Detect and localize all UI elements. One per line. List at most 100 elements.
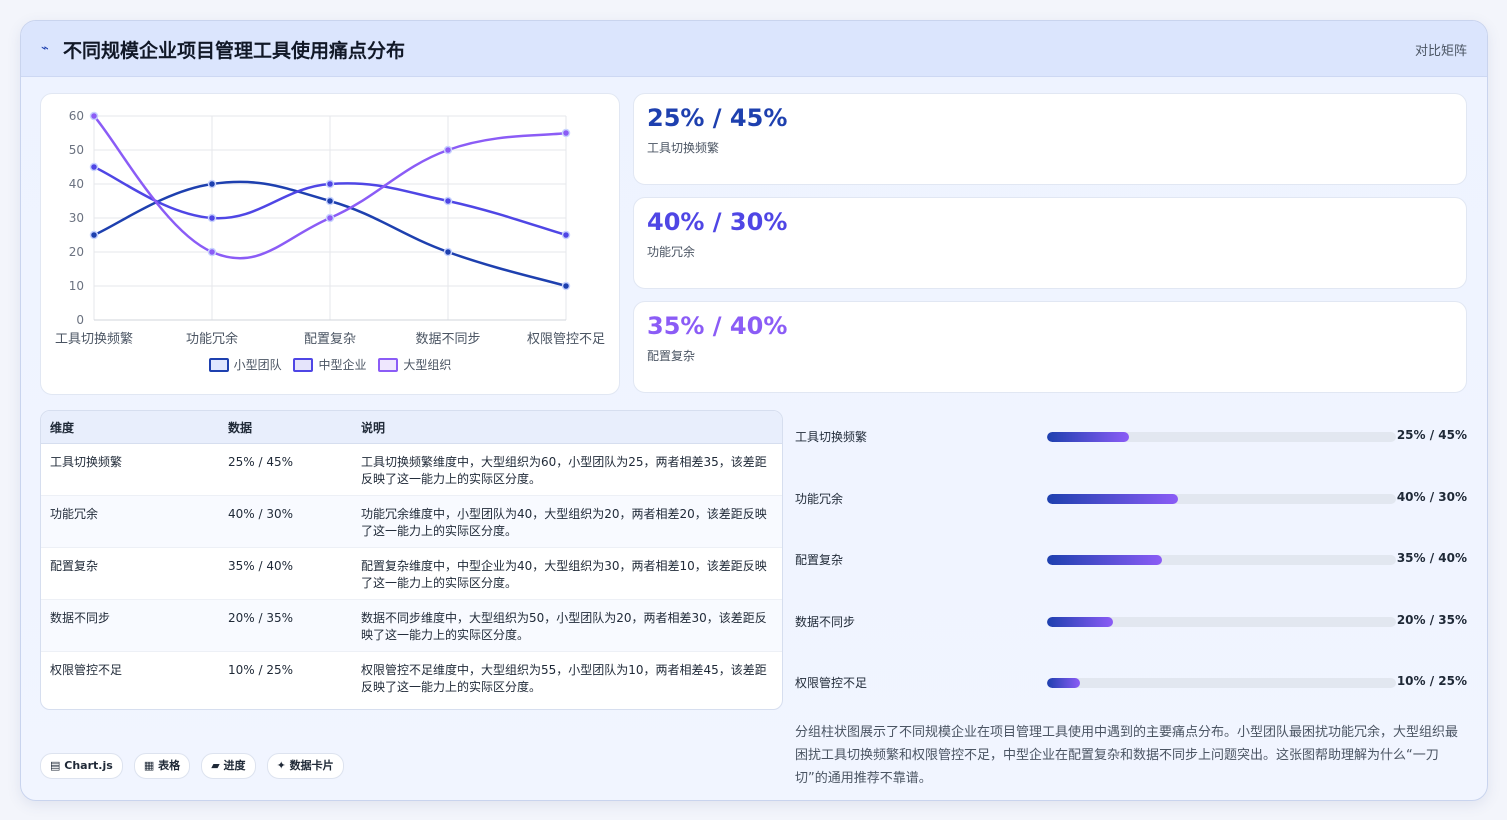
cell-dimension: 数据不同步 bbox=[41, 599, 219, 652]
data-point bbox=[325, 179, 335, 189]
data-point bbox=[207, 247, 217, 257]
progress-value: 25% / 45% bbox=[1396, 428, 1467, 442]
line-chart: 0 10 20 30 40 50 60 工具切换频繁 功能冗余 配置复杂 数据不同步 权限管控不足 小… bbox=[40, 93, 620, 395]
cell-description: 配置复杂维度中，中型企业为40，大型组织为30，两者相差10，该差距反映了这一能… bbox=[352, 547, 782, 600]
data-point bbox=[325, 213, 335, 223]
x-tick-label: 配置复杂 bbox=[304, 332, 356, 347]
legend-label: 大型组织 bbox=[403, 358, 452, 372]
cell-description: 工具切换频繁维度中，大型组织为60，小型团队为25，两者相差35，该差距反映了这… bbox=[352, 443, 782, 496]
cell-dimension: 配置复杂 bbox=[41, 547, 219, 600]
progress-row: 工具切换频繁 25% / 45% bbox=[795, 426, 1467, 446]
tag-list: ▤ Chart.js ▦ 表格 ▰ 进度 ✦ 数据卡片 bbox=[40, 753, 350, 779]
chart-description: 分组柱状图展示了不同规模企业在项目管理工具使用中遇到的主要痛点分布。小型团队最困… bbox=[795, 725, 1459, 786]
cell-data: 35% / 40% bbox=[219, 547, 352, 600]
column-header: 说明 bbox=[352, 411, 782, 444]
progress-track bbox=[1047, 555, 1396, 565]
card-header: ⌁ 不同规模企业项目管理工具使用痛点分布 对比矩阵 bbox=[21, 21, 1487, 77]
column-header: 数据 bbox=[219, 411, 352, 444]
cell-dimension: 工具切换频繁 bbox=[41, 443, 219, 496]
progress-value: 20% / 35% bbox=[1396, 613, 1467, 627]
chart-legend: 小型团队 中型企业 大型组织 bbox=[41, 356, 619, 375]
cell-dimension: 功能冗余 bbox=[41, 495, 219, 548]
progress-fill bbox=[1047, 555, 1163, 565]
progress-value: 10% / 25% bbox=[1396, 674, 1467, 688]
table-header-row: 维度 数据 说明 bbox=[41, 411, 782, 444]
progress-fill bbox=[1047, 617, 1114, 627]
tag-chartjs[interactable]: ▤ Chart.js bbox=[40, 753, 123, 779]
legend-swatch bbox=[378, 357, 399, 372]
legend-item-small[interactable]: 小型团队 bbox=[208, 356, 282, 373]
data-point bbox=[207, 213, 217, 223]
progress-row: 配置复杂 35% / 40% bbox=[795, 549, 1467, 569]
sparkle-icon: ✦ bbox=[276, 759, 286, 772]
data-point bbox=[443, 145, 453, 155]
progress-row: 数据不同步 20% / 35% bbox=[795, 611, 1467, 631]
y-tick-label: 0 bbox=[76, 313, 84, 327]
cell-description: 功能冗余维度中，小型团队为40，大型组织为20，两者相差20，该差距反映了这一能… bbox=[352, 495, 782, 548]
progress-value: 40% / 30% bbox=[1396, 490, 1467, 504]
legend-item-medium[interactable]: 中型企业 bbox=[293, 356, 367, 373]
progress-row: 功能冗余 40% / 30% bbox=[795, 488, 1467, 508]
x-tick-label: 数据不同步 bbox=[415, 332, 480, 347]
data-point bbox=[89, 111, 99, 121]
cell-data: 40% / 30% bbox=[219, 495, 352, 548]
stat-label: 功能冗余 bbox=[647, 245, 696, 259]
cell-data: 25% / 45% bbox=[219, 443, 352, 496]
tag-data-card[interactable]: ✦ 数据卡片 bbox=[266, 753, 344, 779]
legend-swatch bbox=[208, 357, 229, 372]
progress-label: 功能冗余 bbox=[795, 492, 844, 506]
data-point bbox=[89, 162, 99, 172]
pulse-icon: ⌁ bbox=[41, 41, 49, 56]
legend-label: 小型团队 bbox=[233, 358, 282, 372]
progress-label: 权限管控不足 bbox=[795, 676, 868, 690]
y-tick-label: 50 bbox=[69, 143, 84, 157]
legend-item-large[interactable]: 大型组织 bbox=[378, 356, 451, 373]
tag-table[interactable]: ▦ 表格 bbox=[133, 753, 191, 779]
stat-label: 工具切换频繁 bbox=[647, 141, 720, 155]
tag-label: 进度 bbox=[223, 759, 246, 772]
y-tick-label: 10 bbox=[69, 279, 84, 293]
table-row: 数据不同步 20% / 35% 数据不同步维度中，大型组织为50，小型团队为20… bbox=[41, 599, 782, 652]
legend-swatch bbox=[293, 357, 314, 372]
y-tick-label: 30 bbox=[69, 211, 84, 225]
data-point bbox=[443, 196, 453, 206]
data-point bbox=[561, 128, 571, 138]
x-tick-label: 功能冗余 bbox=[186, 331, 238, 347]
table-row: 配置复杂 35% / 40% 配置复杂维度中，中型企业为40，大型组织为30，两… bbox=[41, 547, 782, 600]
cell-description: 权限管控不足维度中，大型组织为55，小型团队为10，两者相差45，该差距反映了这… bbox=[361, 663, 767, 694]
cell-data: 20% / 35% bbox=[219, 599, 352, 652]
chart-icon: ▤ bbox=[50, 759, 61, 772]
progress-track bbox=[1047, 494, 1396, 504]
legend-label: 中型企业 bbox=[318, 358, 367, 372]
tag-progress[interactable]: ▰ 进度 bbox=[201, 753, 256, 779]
cell-description: 数据不同步维度中，大型组织为50，小型团队为20，两者相差30，该差距反映了这一… bbox=[352, 599, 782, 652]
data-point bbox=[89, 230, 99, 240]
progress-row: 权限管控不足 10% / 25% bbox=[795, 672, 1467, 692]
table-row: 工具切换频繁 25% / 45% 工具切换频繁维度中，大型组织为60，小型团队为… bbox=[41, 443, 782, 496]
x-tick-label: 权限管控不足 bbox=[527, 331, 605, 347]
cell-data: 10% / 25% bbox=[228, 663, 294, 677]
progress-icon: ▰ bbox=[211, 759, 220, 772]
tag-label: Chart.js bbox=[64, 759, 113, 772]
cell-dimension: 权限管控不足 bbox=[50, 663, 123, 677]
line-chart-svg: 0 10 20 30 40 50 60 工具切换频繁 功能冗余 配置复杂 数据不同步 权限管控不足 bbox=[55, 109, 605, 347]
y-tick-label: 40 bbox=[69, 177, 84, 191]
stat-value: 40% / 30% bbox=[647, 208, 788, 236]
column-header: 维度 bbox=[41, 411, 219, 444]
progress-track bbox=[1047, 678, 1396, 688]
data-point bbox=[561, 281, 571, 291]
progress-label: 数据不同步 bbox=[795, 615, 856, 629]
data-point bbox=[207, 179, 217, 189]
tag-label: 数据卡片 bbox=[289, 759, 334, 772]
header-right-label: 对比矩阵 bbox=[1414, 44, 1467, 59]
progress-label: 工具切换频繁 bbox=[795, 430, 868, 444]
y-tick-label: 20 bbox=[69, 245, 84, 259]
table-icon: ▦ bbox=[143, 759, 155, 772]
progress-fill bbox=[1047, 432, 1129, 442]
stat-value: 35% / 40% bbox=[647, 312, 788, 340]
table-row: 功能冗余 40% / 30% 功能冗余维度中，小型团队为40，大型组织为20，两… bbox=[41, 495, 782, 548]
data-point bbox=[443, 247, 453, 257]
stat-card: 35% / 40% 配置复杂 bbox=[633, 301, 1467, 393]
progress-track bbox=[1047, 432, 1396, 442]
tag-label: 表格 bbox=[158, 759, 181, 772]
